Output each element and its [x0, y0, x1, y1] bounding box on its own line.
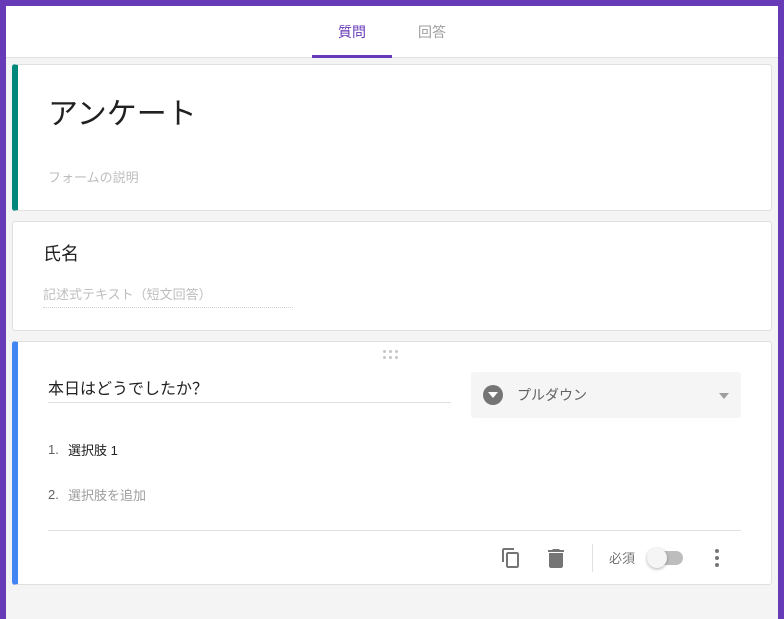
question-type-label: プルダウン [517, 385, 719, 405]
copy-icon [501, 548, 519, 568]
short-answer-placeholder: 記述式テキスト（短文回答） [43, 284, 293, 308]
required-label: 必須 [609, 548, 635, 567]
question-title[interactable]: 氏名 [43, 240, 741, 266]
question-footer-toolbar: 必須 [48, 530, 741, 584]
duplicate-button[interactable] [490, 538, 530, 578]
question-card-2-active[interactable]: プルダウン 1. 選択肢 1 2. 選択肢を追加 [12, 341, 772, 585]
option-row[interactable]: 1. 選択肢 1 [48, 440, 741, 459]
more-options-button[interactable] [697, 538, 737, 578]
chevron-down-icon [719, 386, 729, 404]
option-number: 1. [48, 442, 68, 457]
question-title-input[interactable] [48, 372, 451, 403]
options-list: 1. 選択肢 1 2. 選択肢を追加 [48, 440, 741, 504]
question-edit-row: プルダウン [48, 372, 741, 418]
separator [592, 544, 593, 572]
dropdown-type-icon [483, 385, 503, 405]
trash-icon [548, 548, 564, 568]
form-title[interactable]: アンケート [48, 89, 741, 133]
tab-responses[interactable]: 回答 [392, 6, 472, 57]
option-row-add[interactable]: 2. 選択肢を追加 [48, 485, 741, 504]
form-header-card[interactable]: アンケート フォームの説明 [12, 64, 772, 211]
question-card-1[interactable]: 氏名 記述式テキスト（短文回答） [12, 221, 772, 331]
delete-button[interactable] [536, 538, 576, 578]
tab-questions[interactable]: 質問 [312, 6, 392, 57]
add-option-text[interactable]: 選択肢を追加 [68, 485, 146, 504]
option-text[interactable]: 選択肢 1 [68, 440, 118, 459]
required-toggle[interactable] [649, 551, 683, 565]
more-vert-icon [715, 549, 719, 567]
question-type-select[interactable]: プルダウン [471, 372, 741, 418]
option-number: 2. [48, 487, 68, 502]
form-editor-frame: 質問 回答 アンケート フォームの説明 氏名 記述式テキスト（短文回答） [0, 0, 784, 619]
tabs-bar: 質問 回答 [6, 6, 778, 58]
toggle-knob [647, 548, 667, 568]
drag-handle-icon[interactable] [48, 350, 741, 360]
form-description-placeholder[interactable]: フォームの説明 [48, 167, 741, 186]
editor-body: アンケート フォームの説明 氏名 記述式テキスト（短文回答） [6, 58, 778, 619]
